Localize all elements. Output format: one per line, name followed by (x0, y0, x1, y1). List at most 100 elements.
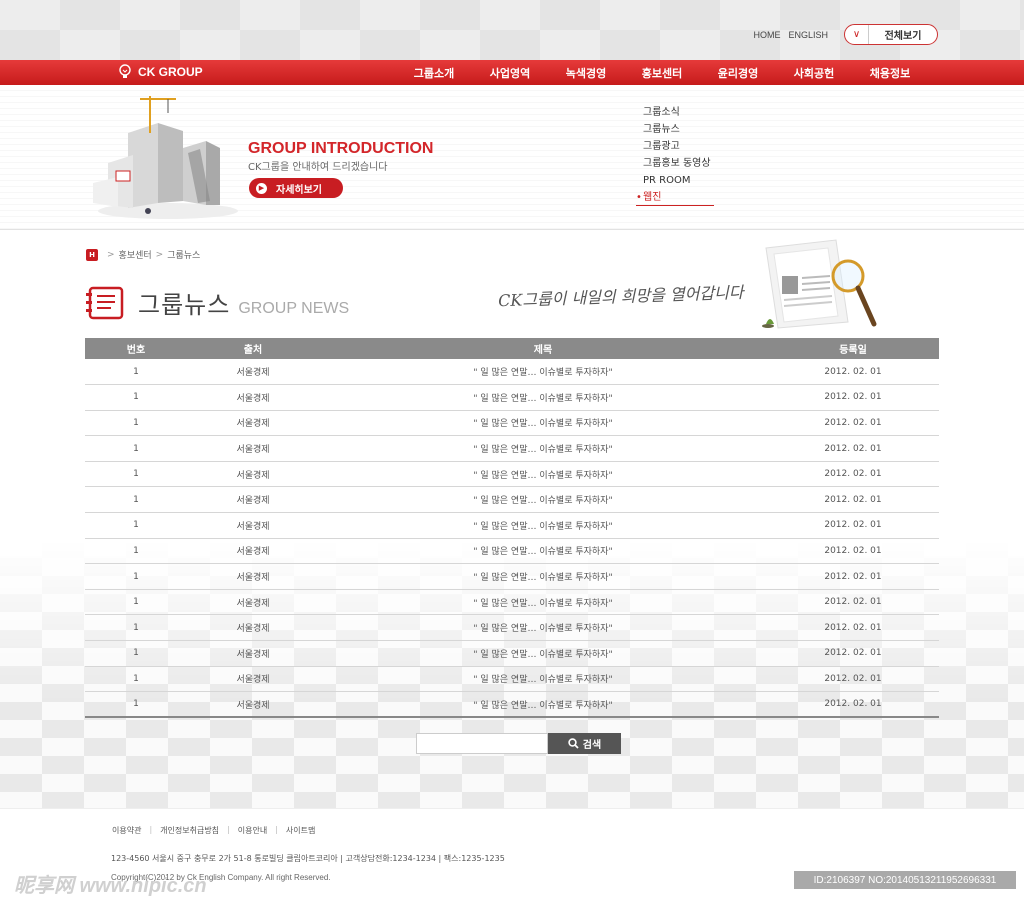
breadcrumb: H > 홍보센터 > 그룹뉴스 (86, 248, 200, 261)
cell-date: 2012. 02. 01 (767, 435, 939, 462)
logo[interactable]: CK GROUP (118, 64, 203, 80)
logo-text: CK GROUP (138, 65, 203, 79)
table-row[interactable]: 1 서울경제 " 일 많은 연말… 이슈별로 투자하자" 2012. 02. 01 (85, 435, 939, 462)
breadcrumb-item[interactable]: 홍보센터 (119, 248, 152, 261)
cell-source: 서울경제 (187, 461, 319, 488)
nav-item-green[interactable]: 녹색경영 (548, 65, 624, 81)
cell-source: 서울경제 (187, 563, 319, 590)
cell-title[interactable]: " 일 많은 연말… 이슈별로 투자하자" (319, 384, 767, 411)
cell-source: 서울경제 (187, 359, 319, 386)
search-input[interactable] (416, 733, 548, 754)
all-view-button[interactable]: ∨ 전체보기 (844, 24, 938, 45)
home-icon[interactable]: H (86, 248, 98, 261)
footer-link-privacy[interactable]: 개인정보취급방침 (160, 825, 219, 836)
cell-source: 서울경제 (187, 589, 319, 616)
submenu-item-ads[interactable]: 그룹광고 (636, 138, 714, 155)
cell-number: 1 (85, 359, 187, 386)
cell-title[interactable]: " 일 많은 연말… 이슈별로 투자하자" (319, 589, 767, 616)
building-illustration (93, 96, 238, 219)
nav-item-ethics[interactable]: 윤리경영 (700, 65, 776, 81)
table-row[interactable]: 1 서울경제 " 일 많은 연말… 이슈별로 투자하자" 2012. 02. 01 (85, 589, 939, 616)
table-row[interactable]: 1 서울경제 " 일 많은 연말… 이슈별로 투자하자" 2012. 02. 01 (85, 486, 939, 514)
table-row[interactable]: 1 서울경제 " 일 많은 연말… 이슈별로 투자하자" 2012. 02. 01 (85, 614, 939, 642)
cell-source: 서울경제 (187, 691, 319, 719)
cell-number: 1 (85, 486, 187, 514)
sub-menu: 그룹소식 그룹뉴스 그룹광고 그룹홍보 동영상 PR ROOM 웹진 (636, 104, 714, 206)
nav-item-business[interactable]: 사업영역 (472, 65, 548, 81)
table-row[interactable]: 1 서울경제 " 일 많은 연말… 이슈별로 투자하자" 2012. 02. 01 (85, 410, 939, 437)
search-button[interactable]: 검색 (548, 733, 621, 754)
table-row[interactable]: 1 서울경제 " 일 많은 연말… 이슈별로 투자하자" 2012. 02. 01 (85, 359, 939, 386)
cell-date: 2012. 02. 01 (767, 512, 939, 539)
table-header-row: 번호 출처 제목 등록일 (85, 338, 939, 359)
cell-title[interactable]: " 일 많은 연말… 이슈별로 투자하자" (319, 359, 767, 386)
cell-number: 1 (85, 589, 187, 616)
arrow-right-icon: ▶ (256, 182, 267, 194)
search-icon (568, 738, 579, 749)
table-row[interactable]: 1 서울경제 " 일 많은 연말… 이슈별로 투자하자" 2012. 02. 01 (85, 563, 939, 590)
table-row[interactable]: 1 서울경제 " 일 많은 연말… 이슈별로 투자하자" 2012. 02. 01 (85, 461, 939, 488)
cell-number: 1 (85, 512, 187, 539)
detail-button[interactable]: ▶ 자세히보기 (249, 178, 343, 198)
col-title: 제목 (319, 338, 767, 359)
cell-number: 1 (85, 384, 187, 411)
footer-link-terms[interactable]: 이용약관 (112, 825, 141, 836)
submenu-item-news[interactable]: 그룹소식 (636, 104, 714, 121)
cell-number: 1 (85, 666, 187, 693)
cell-date: 2012. 02. 01 (767, 666, 939, 693)
cell-date: 2012. 02. 01 (767, 461, 939, 488)
cell-number: 1 (85, 435, 187, 462)
cell-title[interactable]: " 일 많은 연말… 이슈별로 투자하자" (319, 563, 767, 590)
nav-item-social[interactable]: 사회공헌 (776, 65, 852, 81)
cell-title[interactable]: " 일 많은 연말… 이슈별로 투자하자" (319, 538, 767, 565)
cell-title[interactable]: " 일 많은 연말… 이슈별로 투자하자" (319, 486, 767, 514)
table-row[interactable]: 1 서울경제 " 일 많은 연말… 이슈별로 투자하자" 2012. 02. 01 (85, 691, 939, 719)
search-bar: 검색 (416, 733, 621, 754)
table-row[interactable]: 1 서울경제 " 일 많은 연말… 이슈별로 투자하자" 2012. 02. 01 (85, 538, 939, 565)
footer-link-sitemap[interactable]: 사이트맵 (286, 825, 315, 836)
cell-number: 1 (85, 640, 187, 667)
footer-links: 이용약관 | 개인정보취급방침 | 이용안내 | 사이트맵 (112, 825, 315, 836)
newspaper-magnifier-illustration (762, 239, 877, 329)
cell-number: 1 (85, 538, 187, 565)
cell-title[interactable]: " 일 많은 연말… 이슈별로 투자하자" (319, 614, 767, 642)
english-link[interactable]: ENGLISH (788, 30, 828, 40)
col-date: 등록일 (767, 338, 939, 359)
cell-title[interactable]: " 일 많은 연말… 이슈별로 투자하자" (319, 691, 767, 719)
page-title-ko: 그룹뉴스 (138, 291, 231, 319)
news-table: 번호 출처 제목 등록일 1 서울경제 " 일 많은 연말… 이슈별로 투자하자" 2… (85, 338, 939, 719)
col-number: 번호 (85, 338, 187, 359)
nav-item-group-intro[interactable]: 그룹소개 (396, 65, 472, 81)
table-row[interactable]: 1 서울경제 " 일 많은 연말… 이슈별로 투자하자" 2012. 02. 01 (85, 666, 939, 693)
cell-number: 1 (85, 614, 187, 642)
cell-date: 2012. 02. 01 (767, 410, 939, 437)
submenu-item-group-news[interactable]: 그룹뉴스 (636, 121, 714, 138)
cell-date: 2012. 02. 01 (767, 538, 939, 565)
cell-title[interactable]: " 일 많은 연말… 이슈별로 투자하자" (319, 666, 767, 693)
nav-item-pr-center[interactable]: 홍보센터 (624, 65, 700, 81)
submenu-item-video[interactable]: 그룹홍보 동영상 (636, 155, 714, 172)
cell-title[interactable]: " 일 많은 연말… 이슈별로 투자하자" (319, 435, 767, 462)
chevron-right-icon: > (107, 249, 115, 260)
cell-title[interactable]: " 일 많은 연말… 이슈별로 투자하자" (319, 640, 767, 667)
cell-source: 서울경제 (187, 640, 319, 667)
home-link[interactable]: HOME (753, 30, 780, 40)
cell-title[interactable]: " 일 많은 연말… 이슈별로 투자하자" (319, 461, 767, 488)
cell-title[interactable]: " 일 많은 연말… 이슈별로 투자하자" (319, 410, 767, 437)
submenu-item-pr-room[interactable]: PR ROOM (636, 172, 714, 189)
submenu-item-webzine[interactable]: 웹진 (636, 189, 714, 206)
footer-link-guide[interactable]: 이용안내 (238, 825, 267, 836)
nav-item-recruit[interactable]: 채용정보 (852, 65, 928, 81)
cell-source: 서울경제 (187, 486, 319, 514)
table-row[interactable]: 1 서울경제 " 일 많은 연말… 이슈별로 투자하자" 2012. 02. 01 (85, 384, 939, 411)
detail-button-label: 자세히보기 (276, 184, 322, 196)
cell-title[interactable]: " 일 많은 연말… 이슈별로 투자하자" (319, 512, 767, 539)
cell-number: 1 (85, 691, 187, 719)
all-view-label: 전체보기 (884, 31, 922, 42)
cell-date: 2012. 02. 01 (767, 589, 939, 616)
table-row[interactable]: 1 서울경제 " 일 많은 연말… 이슈별로 투자하자" 2012. 02. 01 (85, 640, 939, 667)
cell-source: 서울경제 (187, 410, 319, 437)
breadcrumb-item[interactable]: 그룹뉴스 (167, 248, 200, 261)
divider: | (275, 825, 278, 834)
table-row[interactable]: 1 서울경제 " 일 많은 연말… 이슈별로 투자하자" 2012. 02. 01 (85, 512, 939, 539)
